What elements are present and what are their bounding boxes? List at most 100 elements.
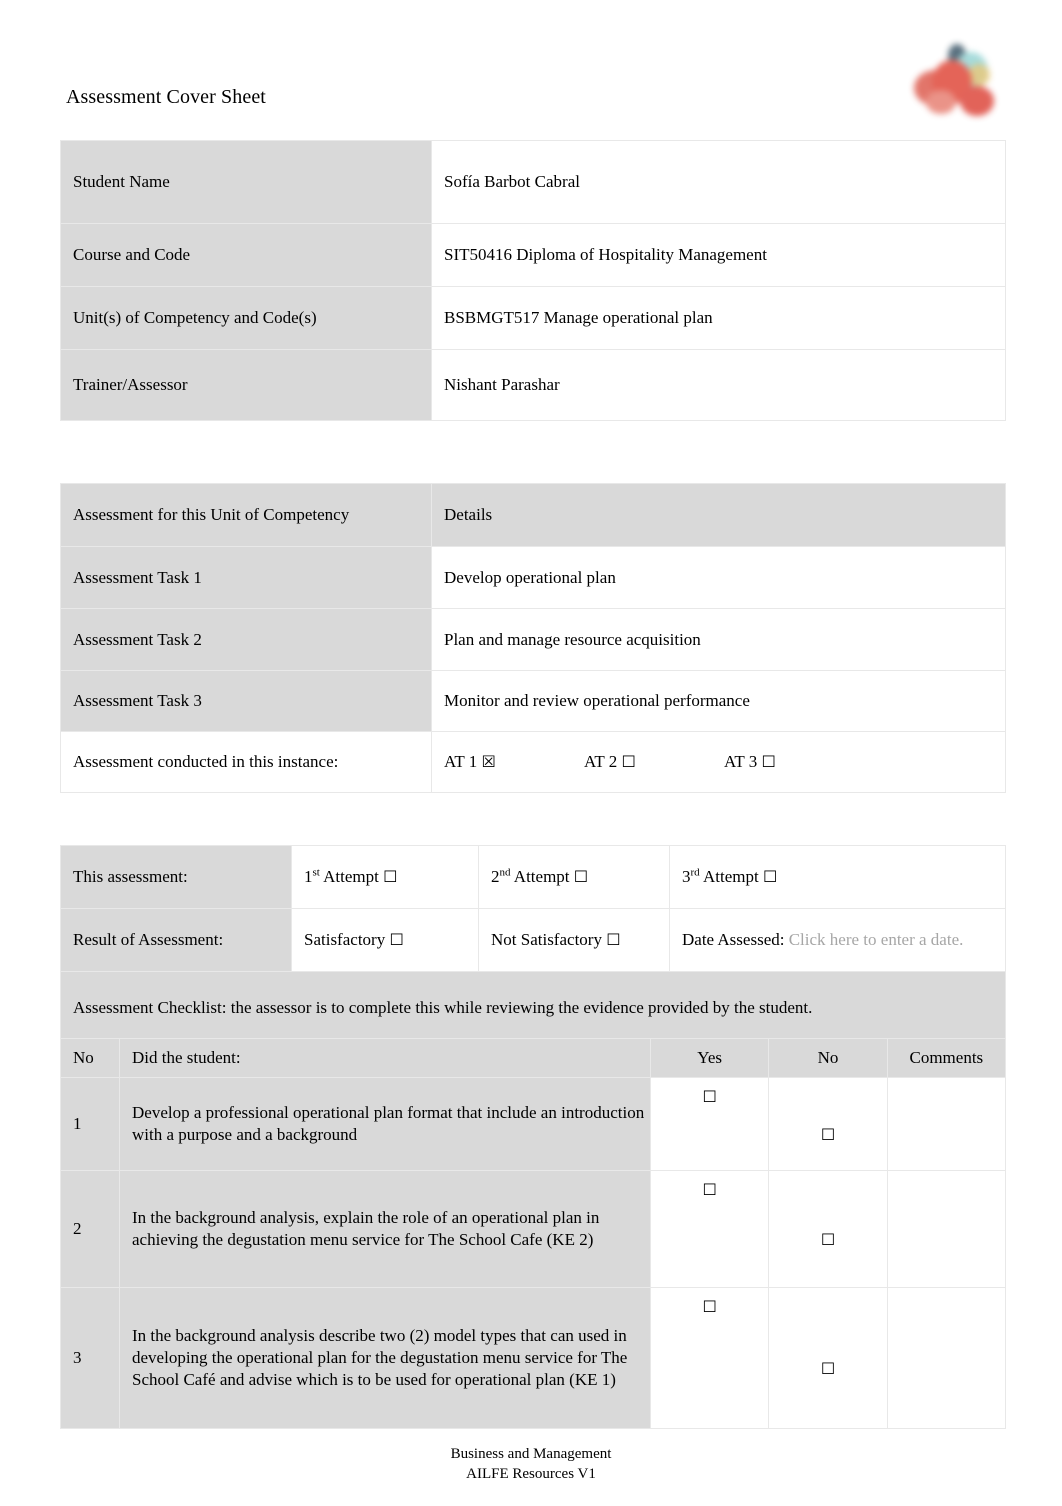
- organisation-logo-icon: [908, 44, 1004, 126]
- checklist-row-3-no: 3: [60, 1287, 120, 1429]
- attempt-1-suffix: st: [312, 866, 320, 879]
- attempt-1-checkbox[interactable]: ☐: [383, 867, 397, 886]
- at-1-option[interactable]: AT 1 ☒: [444, 751, 584, 773]
- attempt-1-ordinal: 1: [304, 867, 313, 886]
- at-2-label: AT 2: [584, 752, 618, 771]
- assessment-task-3-value: Monitor and review operational performan…: [431, 670, 1006, 732]
- checklist-header-no-col: No: [768, 1038, 888, 1078]
- checklist-header-no: No: [60, 1038, 120, 1078]
- at-1-label: AT 1: [444, 752, 478, 771]
- at-2-checkbox[interactable]: ☐: [621, 752, 635, 771]
- assessment-unit-header: Assessment for this Unit of Competency: [60, 483, 432, 547]
- attempt-2-suffix: nd: [499, 866, 511, 879]
- attempt-1-label: Attempt: [319, 867, 384, 886]
- checklist-row-1-yes-cell[interactable]: ☐: [649, 1077, 770, 1171]
- table-row: Assessment Task 1 Develop operational pl…: [60, 546, 1006, 609]
- date-assessed-input[interactable]: Click here to enter a date.: [789, 930, 964, 949]
- satisfactory-cell[interactable]: Satisfactory ☐: [291, 908, 479, 972]
- table-row: Assessment Task 3 Monitor and review ope…: [60, 670, 1006, 732]
- unit-competency-label: Unit(s) of Competency and Code(s): [60, 286, 432, 350]
- attempt-2-ordinal: 2: [491, 867, 500, 886]
- satisfactory-label: Satisfactory: [304, 930, 390, 949]
- details-header: Details: [431, 483, 1006, 547]
- table-row: Trainer/Assessor Nishant Parashar: [60, 349, 1006, 421]
- course-code-value[interactable]: SIT50416 Diploma of Hospitality Manageme…: [431, 223, 1006, 287]
- student-details-table: Student Name Sofía Barbot Cabral Course …: [60, 140, 1006, 421]
- checklist-row-2-comments[interactable]: [886, 1170, 1007, 1288]
- checklist-header-comments: Comments: [886, 1038, 1007, 1078]
- checklist-row-1-no-cell[interactable]: ☐: [768, 1077, 888, 1171]
- assessment-result-table: This assessment: 1st Attempt ☐ 2nd Attem…: [60, 845, 1006, 1045]
- attempt-2-checkbox[interactable]: ☐: [574, 867, 588, 886]
- assessment-checklist-table: No Did the student: Yes No Comments 1 De…: [60, 1038, 1007, 1429]
- table-row: Unit(s) of Competency and Code(s) BSBMGT…: [60, 286, 1006, 350]
- checklist-row-2-yes-cell[interactable]: ☐: [649, 1170, 770, 1288]
- page-title: Assessment Cover Sheet: [66, 86, 266, 108]
- assessment-tasks-table: Assessment for this Unit of Competency D…: [60, 483, 1006, 793]
- checklist-row-2-no-cell[interactable]: ☐: [768, 1170, 888, 1288]
- trainer-assessor-value[interactable]: Nishant Parashar: [431, 349, 1006, 421]
- table-row: Assessment Task 2 Plan and manage resour…: [60, 608, 1006, 671]
- table-row: Assessment Checklist: the assessor is to…: [60, 971, 1006, 1045]
- course-code-label: Course and Code: [60, 223, 432, 287]
- assessment-conducted-label: Assessment conducted in this instance:: [60, 731, 432, 793]
- checklist-row-3-no-cell[interactable]: ☐: [768, 1287, 888, 1429]
- checklist-row-2-no: 2: [60, 1170, 120, 1288]
- assessment-conducted-options: AT 1 ☒ AT 2 ☐ AT 3 ☐: [431, 731, 1006, 793]
- attempt-3-suffix: rd: [690, 866, 700, 879]
- footer-line-1: Business and Management: [450, 1446, 612, 1462]
- attempt-3-label: Attempt: [699, 867, 763, 886]
- table-row: 3 In the background analysis describe tw…: [60, 1287, 1007, 1429]
- table-row: Course and Code SIT50416 Diploma of Hosp…: [60, 223, 1006, 287]
- student-name-label: Student Name: [60, 140, 432, 224]
- result-of-assessment-label: Result of Assessment:: [60, 908, 292, 972]
- checklist-row-2-yes-checkbox[interactable]: ☐: [702, 1179, 716, 1201]
- page-footer: Business and Management AILFE Resources …: [0, 1444, 1062, 1484]
- checklist-header-question: Did the student:: [119, 1038, 651, 1078]
- assessment-checklist-banner: Assessment Checklist: the assessor is to…: [60, 971, 1006, 1045]
- checklist-row-3-question: In the background analysis describe two …: [119, 1287, 651, 1429]
- assessment-task-1-value: Develop operational plan: [431, 546, 1006, 609]
- checklist-row-2-question: In the background analysis, explain the …: [119, 1170, 651, 1288]
- checklist-row-1-comments[interactable]: [886, 1077, 1007, 1171]
- assessment-task-2-label: Assessment Task 2: [60, 608, 432, 671]
- table-row: 2 In the background analysis, explain th…: [60, 1170, 1007, 1288]
- attempt-3-cell[interactable]: 3rd Attempt ☐: [669, 845, 1006, 909]
- checklist-row-3-comments[interactable]: [886, 1287, 1007, 1429]
- attempt-3-ordinal: 3: [682, 867, 691, 886]
- trainer-assessor-label: Trainer/Assessor: [60, 349, 432, 421]
- satisfactory-checkbox[interactable]: ☐: [389, 930, 403, 949]
- attempt-3-checkbox[interactable]: ☐: [763, 867, 777, 886]
- at-3-option[interactable]: AT 3 ☐: [724, 751, 776, 773]
- attempt-2-cell[interactable]: 2nd Attempt ☐: [478, 845, 670, 909]
- table-row: Assessment conducted in this instance: A…: [60, 731, 1006, 793]
- at-3-checkbox[interactable]: ☐: [761, 752, 775, 771]
- not-satisfactory-checkbox[interactable]: ☐: [606, 930, 620, 949]
- attempt-1-cell[interactable]: 1st Attempt ☐: [291, 845, 479, 909]
- this-assessment-label: This assessment:: [60, 845, 292, 909]
- table-row: 1 Develop a professional operational pla…: [60, 1077, 1007, 1171]
- checklist-row-1-no-checkbox[interactable]: ☐: [821, 1124, 835, 1146]
- date-assessed-cell[interactable]: Date Assessed: Click here to enter a dat…: [669, 908, 1006, 972]
- table-row: This assessment: 1st Attempt ☐ 2nd Attem…: [60, 845, 1006, 909]
- student-name-value[interactable]: Sofía Barbot Cabral: [431, 140, 1006, 224]
- at-2-option[interactable]: AT 2 ☐: [584, 751, 724, 773]
- table-row: Assessment for this Unit of Competency D…: [60, 483, 1006, 547]
- assessment-task-1-label: Assessment Task 1: [60, 546, 432, 609]
- at-3-label: AT 3: [724, 752, 758, 771]
- checklist-row-3-no-checkbox[interactable]: ☐: [821, 1358, 835, 1380]
- unit-competency-value[interactable]: BSBMGT517 Manage operational plan: [431, 286, 1006, 350]
- at-1-checkbox[interactable]: ☒: [481, 752, 495, 771]
- checklist-row-3-yes-cell[interactable]: ☐: [649, 1287, 770, 1429]
- checklist-row-1-no: 1: [60, 1077, 120, 1171]
- not-satisfactory-label: Not Satisfactory: [491, 930, 607, 949]
- checklist-row-1-question: Develop a professional operational plan …: [119, 1077, 651, 1171]
- table-row: Student Name Sofía Barbot Cabral: [60, 140, 1006, 224]
- checklist-row-2-no-checkbox[interactable]: ☐: [821, 1229, 835, 1251]
- checklist-row-3-yes-checkbox[interactable]: ☐: [702, 1296, 716, 1318]
- not-satisfactory-cell[interactable]: Not Satisfactory ☐: [478, 908, 670, 972]
- checklist-row-1-yes-checkbox[interactable]: ☐: [702, 1086, 716, 1108]
- date-assessed-label: Date Assessed:: [682, 930, 785, 949]
- assessment-task-2-value: Plan and manage resource acquisition: [431, 608, 1006, 671]
- assessment-task-3-label: Assessment Task 3: [60, 670, 432, 732]
